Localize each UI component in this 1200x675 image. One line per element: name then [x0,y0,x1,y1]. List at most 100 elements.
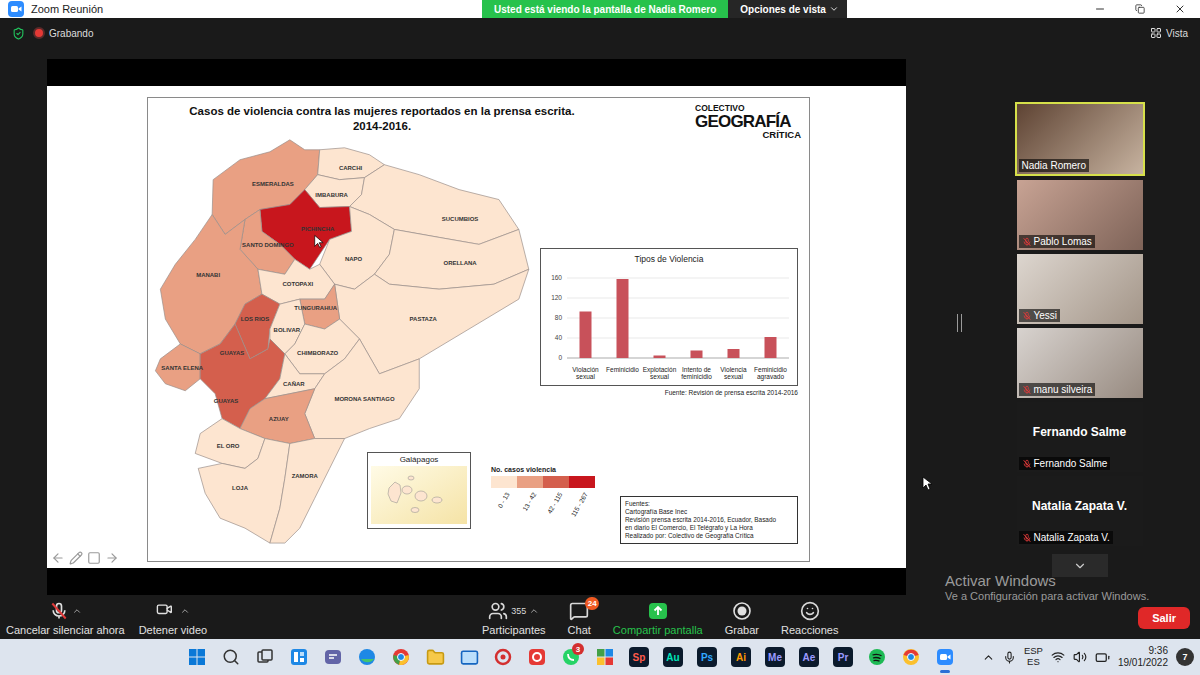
taskbar-app[interactable]: Me [758,639,792,675]
province-label: ESMERALDAS [252,181,294,187]
taskbar-app[interactable] [180,639,214,675]
stop-video-button[interactable]: Detener video [139,601,208,636]
taskbar-app[interactable]: Au [656,639,690,675]
adobe-app-icon[interactable]: Pr [833,647,853,667]
adobe-app-icon[interactable]: Ai [731,647,751,667]
restore-icon[interactable] [1135,4,1145,14]
adobe-app-icon[interactable]: Ae [799,647,819,667]
taskbar-app[interactable] [588,639,622,675]
activation-watermark: Activar WindowsVe a Configuración para a… [945,572,1149,603]
taskbar-app[interactable] [486,639,520,675]
taskbar-app[interactable] [384,639,418,675]
source-line: en diario El Comercio, El Telégrafo y La… [625,524,793,532]
smiley-icon[interactable] [800,601,820,621]
chevron-down-icon[interactable] [829,4,839,14]
participant-display-name: Fernando Salme [1033,425,1126,439]
close-button[interactable] [1160,0,1200,18]
pen-icon[interactable] [69,551,83,565]
resize-handle[interactable] [957,314,962,332]
province-label: ORELLANA [443,260,477,266]
caret-icon[interactable] [529,606,539,616]
leave-button[interactable]: Salir [1138,607,1190,629]
participant-tile[interactable]: Nadia Romero [1015,102,1145,176]
chat-button[interactable]: 24Chat [568,601,591,636]
taskbar-app[interactable] [214,639,248,675]
taskbar-app[interactable] [452,639,486,675]
more-participants-button[interactable] [1052,554,1108,577]
minimize-button[interactable] [1080,0,1120,18]
taskbar-app[interactable] [350,639,384,675]
minimize-icon[interactable] [1094,3,1106,15]
participant-tile[interactable]: Pablo Lomas [1017,180,1143,250]
adobe-app-icon[interactable]: Au [663,647,683,667]
app-ring-icon [493,647,513,667]
people-icon[interactable] [488,601,508,621]
taskbar-app[interactable] [520,639,554,675]
taskbar-app[interactable] [316,639,350,675]
taskbar-app[interactable]: Ae [792,639,826,675]
galapagos-title: Galápagos [400,453,439,466]
unmute-button[interactable]: Cancelar silenciar ahora [6,601,125,636]
taskbar-app[interactable]: Pr [826,639,860,675]
province-label: EL ORO [217,443,240,449]
collective-logo: COLECTIVOGEOGRAFÍACRÍTICA [695,104,801,139]
caret-icon[interactable] [72,606,82,616]
adobe-app-icon[interactable]: Me [765,647,785,667]
share-arrow-icon[interactable] [648,601,668,621]
previous-arrow-icon[interactable] [51,551,65,565]
participant-name: manu silveira [1019,383,1096,396]
caret-icon[interactable] [180,606,190,616]
view-options-button[interactable]: Opciones de vista [728,0,847,18]
taskbar-app[interactable]: Sp [622,639,656,675]
restore-button[interactable] [1120,0,1160,18]
microphone-tray-icon[interactable] [1003,651,1016,664]
chart-bar [654,356,666,359]
adobe-app-icon[interactable]: Ps [697,647,717,667]
windows-taskbar: 3 Sp Au Ps Ai Me Ae Pr ESPES 9:3619/01/2022 7 [0,639,1200,675]
participant-tile[interactable]: Yessi [1017,254,1143,324]
wifi-icon[interactable] [1051,650,1065,664]
taskbar-app[interactable] [928,639,962,675]
source-line: Revisión prensa escrita 2014-2016, Ecuad… [625,516,793,524]
adobe-app-icon[interactable]: Sp [629,647,649,667]
taskbar-app[interactable] [860,639,894,675]
taskbar-app[interactable] [418,639,452,675]
legend-label: 42 - 115 [545,491,563,515]
view-button[interactable]: Vista [1150,27,1188,39]
taskbar-app[interactable] [248,639,282,675]
close-icon[interactable] [1174,3,1186,15]
microphone-icon [49,601,69,621]
taskbar-app[interactable]: Ps [690,639,724,675]
province-label: LOS RIOS [241,316,270,322]
taskbar-app[interactable] [282,639,316,675]
grid-icon[interactable] [1150,27,1162,39]
legend-label: 0 - 13 [497,491,511,509]
participant-tile[interactable]: Natalia Zapata V.Natalia Zapata V. [1017,476,1143,546]
reactions-button[interactable]: Reacciones [781,601,838,636]
province-label: ZAMORA [292,473,319,479]
participant-tile[interactable]: manu silveira [1017,328,1143,398]
share-screen-button[interactable]: Compartir pantalla [613,601,703,636]
camera-icon[interactable] [155,601,177,621]
province-label: IMBABURA [315,192,348,198]
zoom-icon [935,647,955,667]
record-icon[interactable] [732,601,752,621]
notification-badge[interactable]: 7 [1176,648,1194,666]
taskbar-app[interactable] [894,639,928,675]
axis-tick: 0 [558,354,562,361]
battery-icon[interactable] [1095,650,1110,665]
province-label: NAPO [345,256,363,262]
show-hidden-icons-icon[interactable] [982,651,995,664]
participants-button[interactable]: 355Participantes [482,601,546,636]
next-arrow-icon[interactable] [105,551,119,565]
participant-tile[interactable]: Fernando SalmeFernando Salme [1017,402,1143,472]
language-indicator[interactable]: ESPES [1024,646,1043,668]
volume-icon[interactable] [1073,650,1087,664]
slide-menu-icon[interactable] [87,551,101,565]
record-button[interactable]: Grabar [725,601,759,636]
chevron-down-icon[interactable] [1073,559,1087,573]
taskbar-app[interactable]: Ai [724,639,758,675]
taskbar-app[interactable]: 3 [554,639,588,675]
clock[interactable]: 9:3619/01/2022 [1118,645,1168,670]
shield-icon[interactable] [12,27,25,40]
